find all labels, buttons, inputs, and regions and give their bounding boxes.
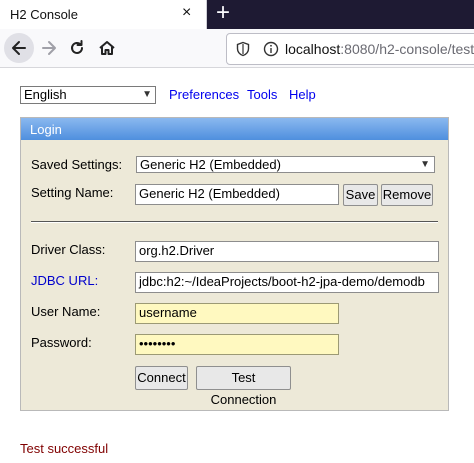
new-tab-icon[interactable]: + [212, 1, 234, 25]
connect-button[interactable]: Connect [135, 366, 188, 390]
chevron-down-icon: ▼ [142, 89, 152, 100]
status-message: Test successful [20, 441, 109, 456]
help-link[interactable]: Help [289, 87, 316, 102]
saved-settings-value: Generic H2 (Embedded) [140, 157, 281, 172]
login-header: Login [21, 118, 448, 140]
back-arrow-icon [12, 41, 26, 55]
forward-button[interactable] [34, 33, 64, 63]
forward-arrow-icon [42, 41, 56, 55]
language-value: English [24, 87, 67, 102]
reload-button[interactable] [62, 33, 92, 63]
preferences-link[interactable]: Preferences [169, 87, 239, 102]
home-icon [99, 41, 115, 55]
back-button[interactable] [4, 33, 34, 63]
address-bar[interactable]: localhost:8080/h2-console/test.do [226, 33, 474, 65]
setting-name-input[interactable]: Generic H2 (Embedded) [135, 184, 339, 205]
user-name-label: User Name: [31, 304, 101, 319]
saved-settings-label: Saved Settings: [31, 157, 123, 172]
tab-close-icon[interactable]: × [182, 5, 191, 21]
jdbc-url-input[interactable]: jdbc:h2:~/IdeaProjects/boot-h2-jpa-demo/… [135, 272, 439, 293]
password-input[interactable]: •••••••• [135, 334, 339, 355]
jdbc-url-label[interactable]: JDBC URL: [31, 273, 98, 288]
password-label: Password: [31, 335, 92, 350]
url-path: :8080/h2-console/test.do [340, 41, 474, 57]
setting-name-label: Setting Name: [31, 185, 114, 200]
test-connection-button[interactable]: Test Connection [196, 366, 291, 407]
tab-title: H2 Console [10, 7, 78, 22]
user-name-input[interactable]: username [135, 303, 339, 324]
url-host: localhost [285, 41, 341, 57]
info-icon[interactable] [263, 41, 279, 57]
login-title: Login [30, 122, 62, 137]
reload-icon [71, 40, 83, 54]
chevron-down-icon: ▼ [420, 159, 430, 170]
driver-class-label: Driver Class: [31, 242, 106, 257]
shield-icon[interactable] [235, 41, 251, 57]
tools-link[interactable]: Tools [247, 87, 277, 102]
remove-button[interactable]: Remove [381, 184, 433, 206]
login-panel: Login Saved Settings: Generic H2 (Embedd… [20, 117, 449, 411]
browser-tab[interactable]: H2 Console × [0, 0, 207, 29]
language-select[interactable]: English ▼ [20, 86, 156, 104]
save-button[interactable]: Save [343, 184, 378, 206]
divider [31, 221, 438, 223]
driver-class-input[interactable]: org.h2.Driver [135, 241, 439, 262]
tab-bar: H2 Console × + [0, 0, 474, 29]
url-text[interactable]: localhost:8080/h2-console/test.do [285, 41, 474, 57]
navigation-bar: localhost:8080/h2-console/test.do [0, 29, 474, 68]
home-button[interactable] [92, 33, 122, 63]
saved-settings-select[interactable]: Generic H2 (Embedded) ▼ [136, 156, 435, 173]
